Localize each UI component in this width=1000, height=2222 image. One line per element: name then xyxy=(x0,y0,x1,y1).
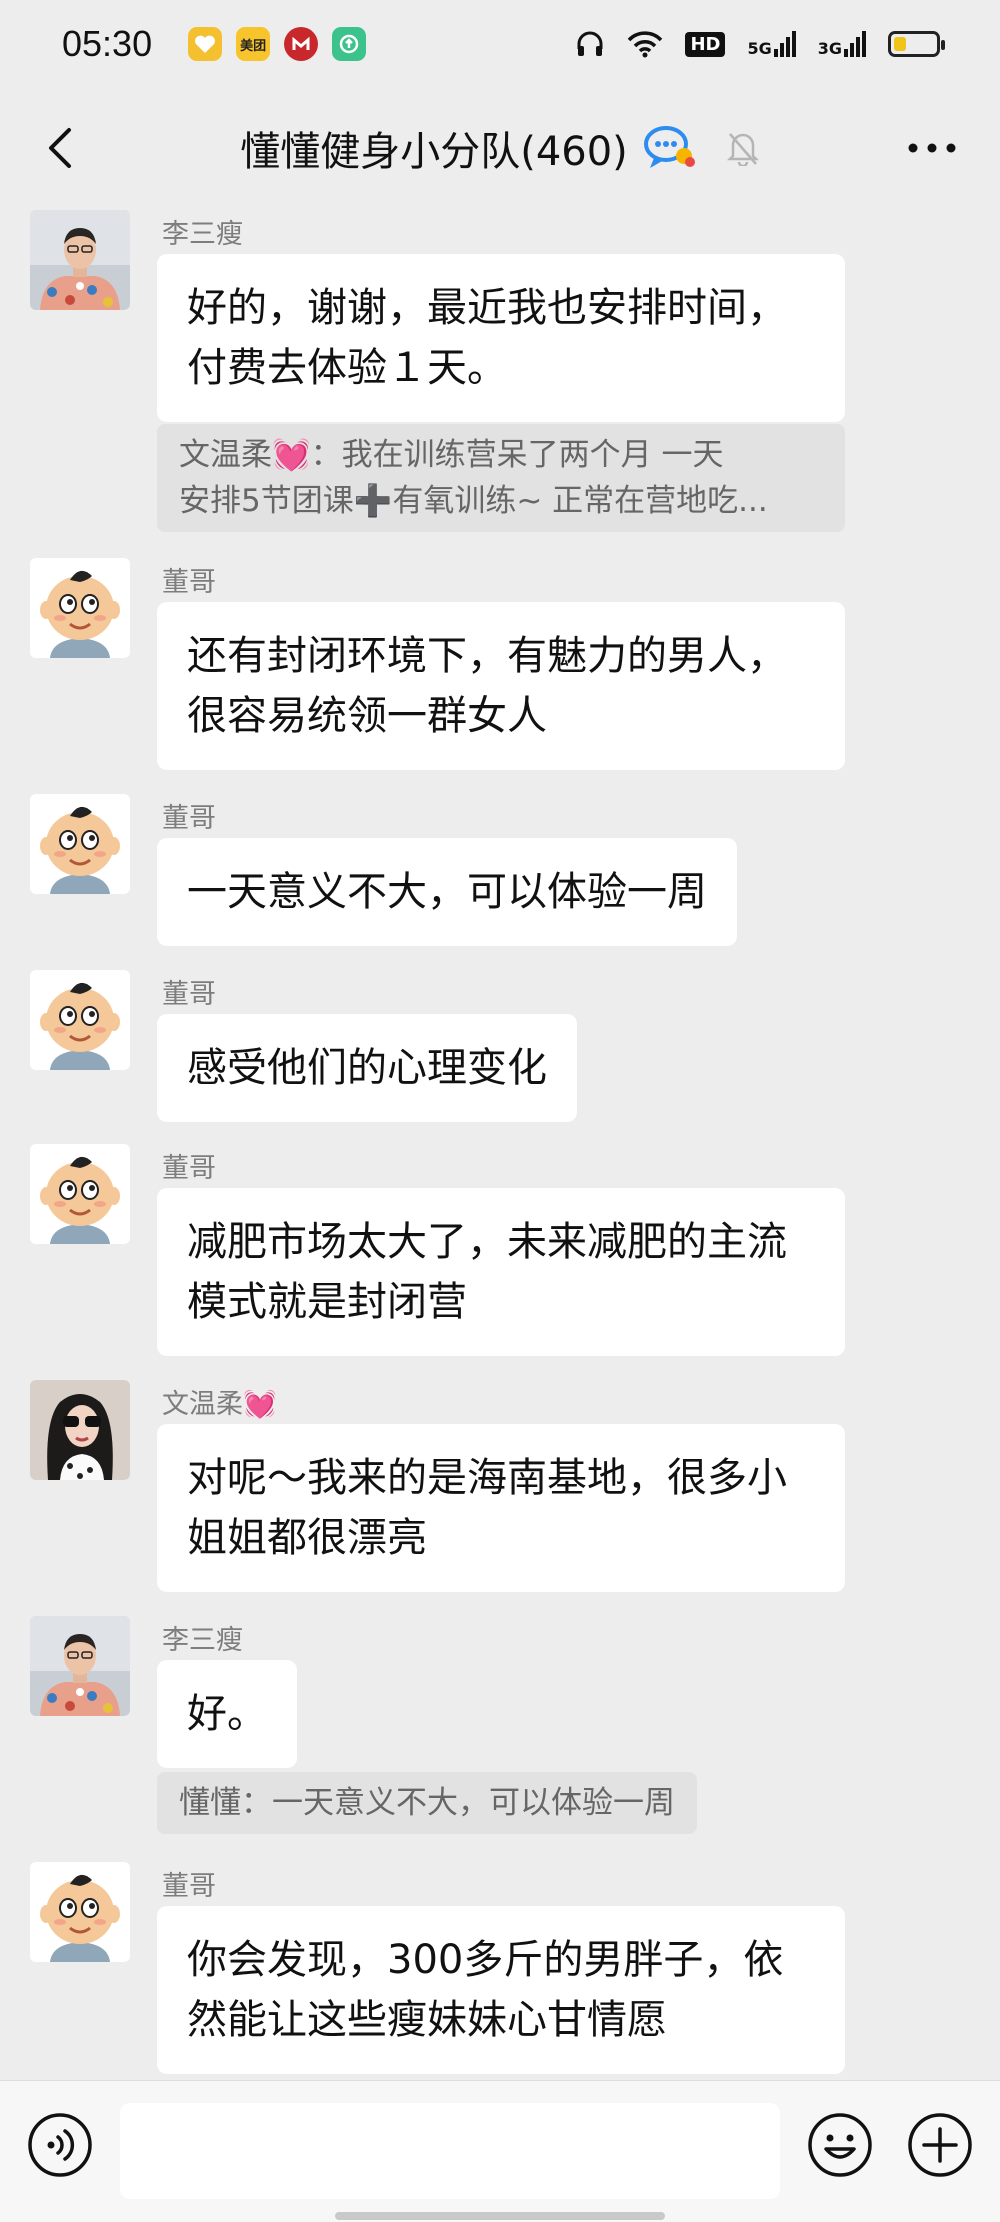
chat-title: 懂懂健身小分队(460) xyxy=(240,129,628,175)
avatar[interactable] xyxy=(30,1616,130,1716)
status-app-icons: 美团 xyxy=(188,27,367,61)
sender-name: 董哥 xyxy=(162,567,216,598)
sender-name: 董哥 xyxy=(162,1153,216,1184)
message-text-line: 你会发现，300多斤的男胖子，依 xyxy=(187,1937,784,1983)
avatar[interactable] xyxy=(30,1380,130,1480)
plus-icon xyxy=(908,2113,972,2177)
signal-3g-icon: 3G xyxy=(818,31,866,57)
message-bubble[interactable]: 好的，谢谢，最近我也安排时间， 付费去体验１天。 xyxy=(157,254,845,422)
sender-name: 李三瘦 xyxy=(162,1625,243,1656)
quote-text-line: 文温柔💓：我在训练营呆了两个月 一天 xyxy=(179,437,724,473)
emoji-button[interactable] xyxy=(806,2111,874,2179)
chat-header: 懂懂健身小分队(460) xyxy=(0,88,1000,208)
message-bubble[interactable]: 还有封闭环境下，有魅力的男人， 很容易统领一群女人 xyxy=(157,602,845,770)
man-photo-avatar-icon xyxy=(30,210,130,310)
message-text-line: 好。 xyxy=(187,1691,267,1737)
message-bubble[interactable]: 对呢～我来的是海南基地，很多小 姐姐都很漂亮 xyxy=(157,1424,845,1592)
sender-name: 董哥 xyxy=(162,1871,216,1902)
wifi-icon xyxy=(627,30,663,58)
home-indicator[interactable] xyxy=(335,2212,665,2220)
sender-name: 李三瘦 xyxy=(162,219,243,250)
more-dots-icon xyxy=(908,143,956,153)
quoted-reply[interactable]: 懂懂：一天意义不大，可以体验一周 xyxy=(157,1772,697,1834)
message-text-line: 很容易统领一群女人 xyxy=(187,693,547,739)
heart-app-icon xyxy=(188,27,223,61)
quote-text-line: 安排5节团课➕有氧训练~ 正常在营地吃... xyxy=(179,483,768,519)
message-text-line: 对呢～我来的是海南基地，很多小 xyxy=(187,1455,787,1501)
meituan-app-label: 美团 xyxy=(240,38,267,54)
message-text-line: 模式就是封闭营 xyxy=(187,1279,467,1325)
message-bubble[interactable]: 你会发现，300多斤的男胖子，依 然能让这些瘦妹妹心甘情愿 xyxy=(157,1906,845,2074)
cartoon-boy-avatar-icon xyxy=(30,558,130,658)
message-list[interactable]: 李三瘦 好的，谢谢，最近我也安排时间， 付费去体验１天。 文温柔💓：我在训练营呆… xyxy=(0,208,1000,2080)
back-button[interactable] xyxy=(30,118,90,178)
signal-5g-icon: 5G xyxy=(747,31,796,58)
net-3g-label: 3G xyxy=(817,39,842,58)
chevron-left-icon xyxy=(49,128,71,168)
muted-bell-icon xyxy=(726,130,760,166)
status-bar: 05:30 美团 HD 5G 3G xyxy=(0,0,1000,88)
voice-icon xyxy=(28,2113,92,2177)
battery-level xyxy=(894,37,906,51)
sender-name: 文温柔💓 xyxy=(162,1389,277,1420)
message-bubble[interactable]: 一天意义不大，可以体验一周 xyxy=(157,838,737,946)
cartoon-boy-avatar-icon xyxy=(30,794,130,894)
bank-app-icon xyxy=(284,27,319,61)
net-5g-label: 5G xyxy=(747,39,772,58)
message-bubble[interactable]: 感受他们的心理变化 xyxy=(157,1014,577,1122)
message-text-line: 好的，谢谢，最近我也安排时间， xyxy=(187,285,787,331)
avatar[interactable] xyxy=(30,970,130,1070)
avatar[interactable] xyxy=(30,210,130,310)
avatar[interactable] xyxy=(30,558,130,658)
message-text-line: 还有封闭环境下，有魅力的男人， xyxy=(187,633,787,679)
more-functions-button[interactable] xyxy=(906,2111,974,2179)
input-bar xyxy=(0,2080,1000,2222)
battery-icon xyxy=(888,31,945,57)
avatar[interactable] xyxy=(30,1144,130,1244)
sender-name: 董哥 xyxy=(162,979,216,1010)
quote-text-line: 懂懂：一天意义不大，可以体验一周 xyxy=(179,1785,675,1821)
more-options-button[interactable] xyxy=(902,123,962,173)
cartoon-boy-avatar-icon xyxy=(30,1862,130,1962)
sender-name: 董哥 xyxy=(162,803,216,834)
avatar[interactable] xyxy=(30,1862,130,1962)
message-text-line: 感受他们的心理变化 xyxy=(187,1045,547,1091)
status-indicators: HD 5G 3G xyxy=(575,29,945,59)
quoted-reply[interactable]: 文温柔💓：我在训练营呆了两个月 一天 安排5节团课➕有氧训练~ 正常在营地吃..… xyxy=(157,424,845,532)
cartoon-boy-avatar-icon xyxy=(30,1144,130,1244)
message-text-line: 一天意义不大，可以体验一周 xyxy=(187,869,707,915)
avatar[interactable] xyxy=(30,794,130,894)
group-chat-icon xyxy=(642,124,698,172)
cartoon-boy-avatar-icon xyxy=(30,970,130,1070)
message-bubble[interactable]: 减肥市场太大了，未来减肥的主流 模式就是封闭营 xyxy=(157,1188,845,1356)
smiley-icon xyxy=(808,2113,872,2177)
green-app-icon xyxy=(332,27,367,61)
message-input[interactable] xyxy=(120,2103,780,2199)
hd-badge: HD xyxy=(685,31,726,57)
status-time: 05:30 xyxy=(62,23,153,64)
message-text-line: 姐姐都很漂亮 xyxy=(187,1515,427,1561)
woman-photo-avatar-icon xyxy=(30,1380,130,1480)
meituan-app-icon: 美团 xyxy=(236,27,271,61)
headphones-icon xyxy=(575,29,605,59)
message-text-line: 减肥市场太大了，未来减肥的主流 xyxy=(187,1219,787,1265)
message-text-line: 付费去体验１天。 xyxy=(187,345,507,391)
man-photo-avatar-icon xyxy=(30,1616,130,1716)
message-bubble[interactable]: 好。 xyxy=(157,1660,297,1768)
voice-input-button[interactable] xyxy=(26,2111,94,2179)
chat-title-group[interactable]: 懂懂健身小分队(460) xyxy=(240,119,760,177)
message-text-line: 然能让这些瘦妹妹心甘情愿 xyxy=(187,1997,667,2043)
